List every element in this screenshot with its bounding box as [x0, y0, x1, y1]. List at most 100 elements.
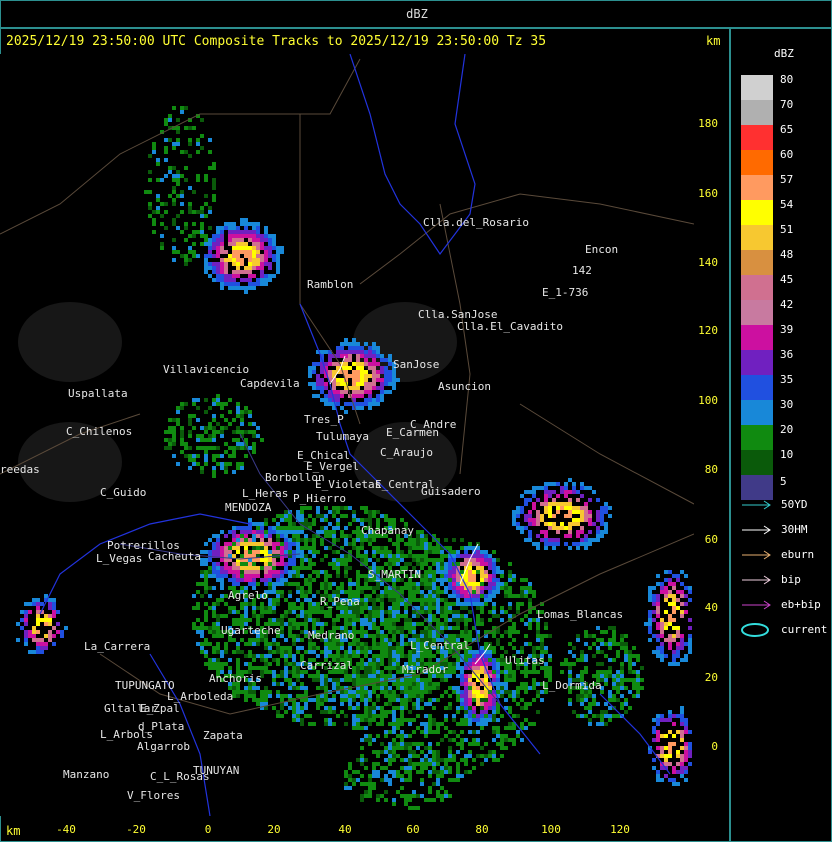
place-label: La_Carrera — [84, 640, 150, 653]
x-tick-label: -40 — [56, 823, 76, 836]
place-label: E_1-736 — [542, 286, 588, 299]
x-tick-label: 120 — [610, 823, 630, 836]
place-label: P_Hierro — [293, 492, 346, 505]
x-tick-label: 0 — [204, 823, 212, 836]
composite-tracks-header: 2025/12/19 23:50:00 UTC Composite Tracks… — [6, 34, 547, 49]
y-tick-label: 100 — [698, 394, 718, 407]
place-label: L_Vegas — [96, 552, 142, 565]
x-tick-label: -20 — [126, 823, 146, 836]
place-label: V_Flores — [127, 789, 180, 802]
legend-swatch — [741, 375, 773, 400]
place-label: Anchoris — [209, 672, 262, 685]
place-label: Tulumaya — [316, 430, 369, 443]
legend-level-label: 35 — [780, 373, 794, 386]
legend-swatch — [741, 250, 773, 275]
y-tick-label: 180 — [698, 117, 718, 130]
place-label: S_MARTIN — [368, 568, 421, 581]
place-label: Mirador — [402, 663, 449, 676]
place-label: reedas — [0, 463, 40, 476]
ellipse-icon — [741, 623, 769, 637]
place-label: Clla.El_Cavadito — [457, 320, 563, 333]
place-label: L_Central — [410, 639, 470, 652]
place-label: C_Araujo — [380, 446, 433, 459]
legend-level-label: 42 — [780, 298, 794, 311]
place-label: C_Guido — [100, 486, 146, 499]
legend-level-label: 39 — [780, 323, 794, 336]
place-label: Asuncion — [438, 380, 491, 393]
legend-swatch — [741, 300, 773, 325]
arrow-icon — [742, 575, 771, 585]
legend-swatch — [741, 175, 773, 200]
track-legend-label: 50YD — [781, 498, 808, 511]
x-tick-label: 40 — [338, 823, 352, 836]
y-tick-label: 0 — [711, 740, 718, 753]
legend-swatch — [741, 350, 773, 375]
legend-swatch — [741, 450, 773, 475]
x-tick-label: 60 — [406, 823, 420, 836]
x-tick-label: 20 — [267, 823, 281, 836]
legend-level-label: 54 — [780, 198, 794, 211]
place-label: Villavicencio — [163, 363, 249, 376]
title-bar: dBZ — [0, 0, 832, 28]
place-label: L_Dormida — [542, 679, 602, 692]
place-label: Lomas_Blancas — [537, 608, 623, 621]
place-label: C_L_Rosas — [150, 770, 210, 783]
legend-level-label: 5 — [780, 475, 787, 488]
legend-swatch — [741, 100, 773, 125]
track-legend-label: 30HM — [781, 523, 808, 536]
place-label: Carrizal — [300, 659, 353, 672]
place-label: SanJose — [393, 358, 439, 371]
place-label: Tres_P — [304, 413, 344, 426]
place-label: R_Pena — [320, 595, 360, 608]
place-label: Ramblon — [307, 278, 353, 291]
legend-level-label: 10 — [780, 448, 794, 461]
arrow-icon — [742, 525, 771, 535]
place-label: TUPUNGATO — [115, 679, 175, 692]
y-tick-label: 80 — [704, 463, 718, 476]
legend-level-label: 57 — [780, 173, 794, 186]
arrow-icon — [742, 550, 771, 560]
legend-swatch — [741, 75, 773, 100]
legend-swatch — [741, 275, 773, 300]
window-title: dBZ — [406, 7, 428, 21]
track-legend-label: current — [781, 623, 828, 636]
place-label: C_Chilenos — [66, 425, 132, 438]
track-legend-label: eburn — [781, 548, 815, 561]
legend-level-label: 30 — [780, 398, 794, 411]
arrow-icon — [742, 600, 771, 610]
place-label: Ulitas — [505, 654, 545, 667]
legend-level-label: 48 — [780, 248, 794, 261]
legend-level-label: 20 — [780, 423, 794, 436]
track-legend-label: eb+bip — [781, 598, 821, 611]
legend-level-label: 45 — [780, 273, 794, 286]
x-tick-label: 100 — [541, 823, 561, 836]
place-label: Cacheuta — [148, 550, 201, 563]
radar-map[interactable]: Clla.del_Rosario Encon 142 E_1-736 Ramblon Cl… — [0, 54, 694, 816]
legend-swatch — [741, 425, 773, 450]
y-tick-label: 160 — [698, 187, 718, 200]
legend-level-label: 36 — [780, 348, 794, 361]
legend-swatch — [741, 400, 773, 425]
place-label: Uspallata — [68, 387, 128, 400]
place-label: Capdevila — [240, 377, 300, 390]
legend-level-label: 70 — [780, 98, 794, 111]
legend-title: dBZ — [774, 47, 794, 60]
place-label: E_Carmen — [386, 426, 439, 439]
place-label: Guisadero — [421, 485, 481, 498]
track-legend-label: bip — [781, 573, 801, 586]
legend-swatch — [741, 200, 773, 225]
place-label: Manzano — [63, 768, 109, 781]
place-label: L_Heras — [242, 487, 288, 500]
place-label: E_Zpal — [140, 702, 180, 715]
place-label: Ugarteche — [221, 624, 281, 637]
legend-level-label: 60 — [780, 148, 794, 161]
place-label: Encon — [585, 243, 618, 256]
x-tick-label: 80 — [475, 823, 489, 836]
y-tick-label: 60 — [704, 533, 718, 546]
legend-level-label: 51 — [780, 223, 794, 236]
km-unit-top: km — [706, 34, 721, 48]
km-unit-bottom: km — [6, 824, 21, 838]
place-label: Algarrob — [137, 740, 190, 753]
y-tick-label: 140 — [698, 256, 718, 269]
place-label: d_Plata — [138, 720, 184, 733]
